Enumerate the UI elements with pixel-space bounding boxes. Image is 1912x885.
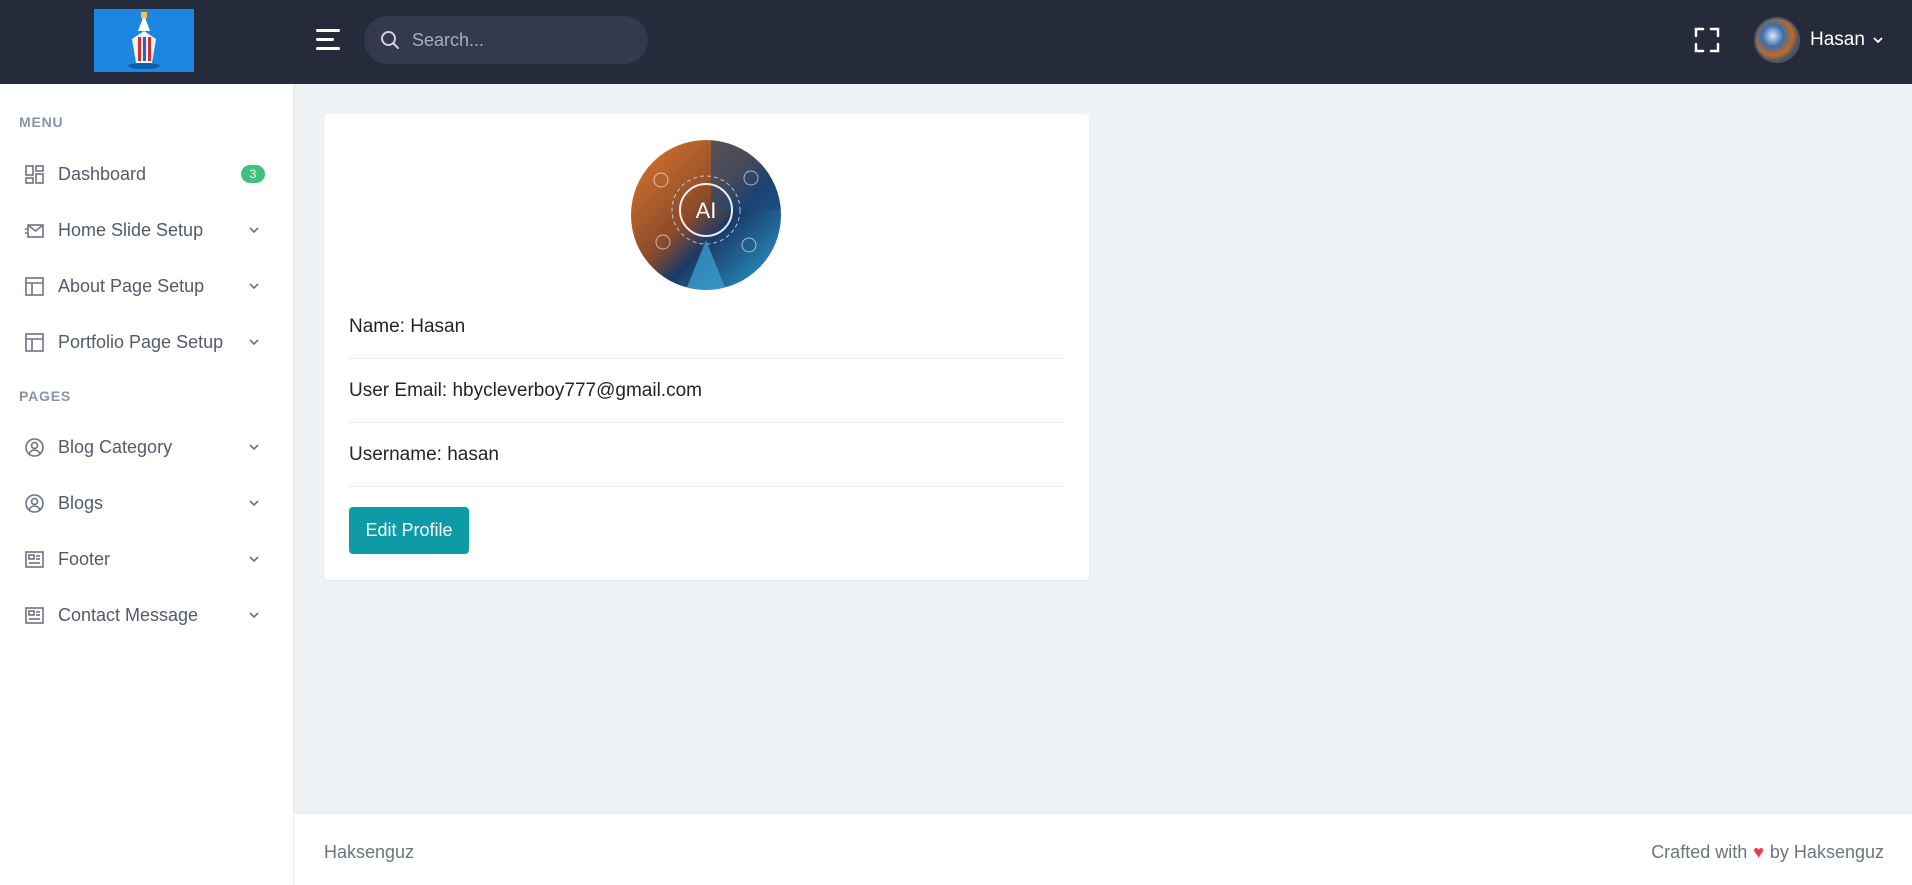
- avatar: [1754, 17, 1800, 63]
- dashboard-icon: [25, 164, 44, 184]
- chevron-down-icon: [249, 339, 259, 346]
- edit-profile-button[interactable]: Edit Profile: [349, 507, 469, 554]
- fullscreen-icon[interactable]: [1694, 27, 1720, 53]
- chevron-down-icon: [249, 500, 259, 507]
- divider: [349, 422, 1064, 423]
- user-name: Hasan: [1810, 29, 1865, 50]
- sidebar-item-label: Footer: [58, 548, 111, 569]
- chevron-down-icon: [249, 227, 259, 234]
- profile-email: User Email: hbycleverboy777@gmail.com: [349, 380, 702, 401]
- chevron-down-icon: [249, 283, 259, 290]
- chevron-down-icon: [1873, 37, 1883, 44]
- sidebar-item-label: Blog Category: [58, 436, 173, 457]
- sidebar-item-blogs[interactable]: Blogs: [0, 479, 294, 527]
- chevron-down-icon: [249, 444, 259, 451]
- profile-name: Name: Hasan: [349, 316, 466, 337]
- sidebar-item-label: Portfolio Page Setup: [58, 331, 224, 352]
- pages-section-title: PAGES: [19, 388, 71, 404]
- logo[interactable]: [94, 9, 194, 72]
- chevron-down-icon: [249, 556, 259, 563]
- sidebar-item-label: Dashboard: [58, 163, 147, 184]
- footer-credit: Crafted with ♥ by Haksenguz: [1651, 842, 1884, 863]
- search-box[interactable]: [364, 16, 648, 64]
- sidebar-item-about-page-setup[interactable]: About Page Setup: [0, 262, 294, 310]
- sidebar-item-dashboard[interactable]: Dashboard 3: [0, 150, 294, 198]
- newspaper-icon: [25, 550, 44, 568]
- user-circle-icon: [25, 493, 44, 513]
- search-input[interactable]: [412, 29, 632, 51]
- profile-username: Username: hasan: [349, 444, 499, 465]
- sidebar-item-blog-category[interactable]: Blog Category: [0, 423, 294, 471]
- sidebar-item-label: Home Slide Setup: [58, 219, 204, 240]
- profile-card: AI Name: Hasan User Email: hbycleverboy7…: [324, 114, 1089, 580]
- sidebar-item-footer[interactable]: Footer: [0, 535, 294, 583]
- top-bar: Hasan: [0, 0, 1912, 84]
- footer-credit-suffix: by Haksenguz: [1769, 842, 1884, 862]
- sidebar-item-portfolio-page-setup[interactable]: Portfolio Page Setup: [0, 318, 294, 366]
- layout-icon: [25, 332, 44, 352]
- sidebar-item-label: Contact Message: [58, 604, 199, 625]
- footer: Haksenguz Crafted with ♥ by Haksenguz: [294, 813, 1912, 885]
- svg-text:AI: AI: [696, 198, 717, 223]
- sidebar-item-contact-message[interactable]: Contact Message: [0, 591, 294, 639]
- status-badge: 3: [241, 165, 265, 183]
- newspaper-icon: [25, 606, 44, 624]
- menu-toggle-icon[interactable]: [316, 29, 340, 51]
- menu-section-title: MENU: [19, 114, 64, 130]
- mail-icon: [25, 223, 44, 238]
- heart-icon: ♥: [1753, 842, 1764, 862]
- footer-credit-prefix: Crafted with: [1651, 842, 1748, 862]
- sidebar-item-label: About Page Setup: [58, 275, 205, 296]
- profile-image: AI: [631, 140, 781, 290]
- sidebar-item-home-slide-setup[interactable]: Home Slide Setup: [0, 206, 294, 254]
- divider: [349, 486, 1064, 487]
- search-icon: [381, 31, 399, 49]
- footer-brand: Haksenguz: [324, 842, 415, 862]
- layout-icon: [25, 276, 44, 296]
- user-menu[interactable]: Hasan: [1754, 16, 1883, 64]
- chevron-down-icon: [249, 612, 259, 619]
- sidebar: MENU Dashboard 3 Home Slide Setup About …: [0, 84, 294, 885]
- divider: [349, 358, 1064, 359]
- sidebar-item-label: Blogs: [58, 492, 104, 513]
- user-circle-icon: [25, 437, 44, 457]
